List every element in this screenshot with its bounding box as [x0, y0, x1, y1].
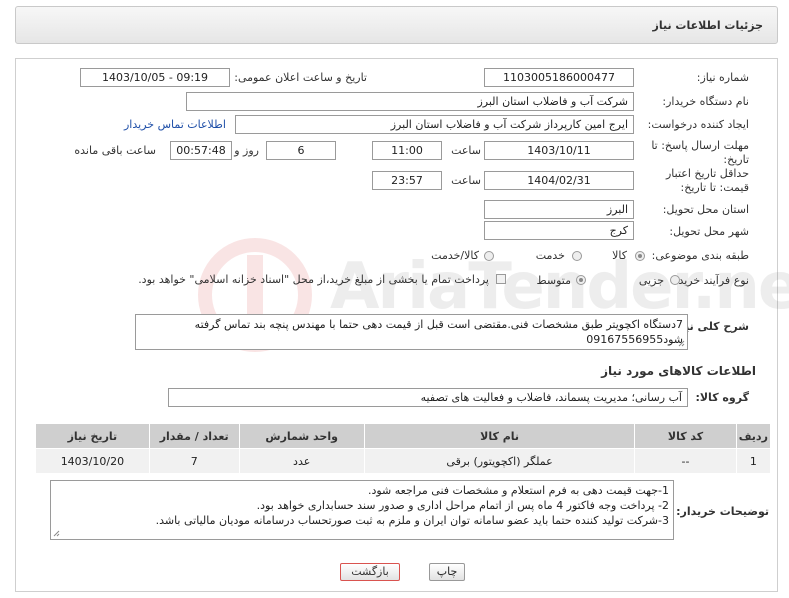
col-header-row: ردیف: [735, 423, 772, 449]
cell-unit: عدد: [238, 448, 365, 474]
validity-label: حداقل تاریخ اعتبار قیمت: تا تاریخ:: [665, 167, 749, 194]
col-header-date: تاریخ نیاز: [35, 423, 150, 449]
deadline-label: مهلت ارسال پاسخ: تا تاریخ:: [651, 139, 749, 166]
payment-note: پرداخت تمام یا بخشی از مبلغ خرید،از محل …: [138, 273, 489, 286]
remaining-time-field[interactable]: 00:57:48: [170, 141, 232, 160]
category-label: طبقه بندی موضوعی:: [651, 249, 749, 262]
summary-box[interactable]: 7دستگاه اکچویتر طبق مشخصات فنی.مقتضی است…: [135, 314, 688, 350]
buyer-notes-box[interactable]: 1-جهت قیمت دهی به فرم استعلام و مشخصات ف…: [50, 480, 674, 540]
deadline-date-field[interactable]: 1403/10/11: [484, 141, 634, 160]
days-field[interactable]: 6: [266, 141, 336, 160]
announce-field[interactable]: 1403/10/05 - 09:19: [80, 68, 230, 87]
category-option-goods-service: کالا/خدمت: [431, 249, 479, 262]
buyer-field[interactable]: شرکت آب و فاضلاب استان البرز: [186, 92, 634, 111]
goods-table: ردیف کد کالا نام کالا واحد شمارش تعداد /…: [35, 423, 772, 474]
buyer-note-line-2: 2- پرداخت وجه فاکتور 4 ماه پس از اتمام م…: [256, 499, 669, 512]
treasury-payment-checkbox[interactable]: [496, 274, 506, 284]
cell-date: 1403/10/20: [35, 448, 150, 474]
process-option-minor: جزیی: [638, 274, 664, 287]
summary-text: 7دستگاه اکچویتر طبق مشخصات فنی.مقتضی است…: [194, 318, 683, 346]
contact-buyer-link[interactable]: اطلاعات تماس خریدار: [124, 118, 226, 131]
days-label: روز و: [234, 144, 259, 157]
deadline-time-label: ساعت: [451, 144, 481, 157]
table-row[interactable]: 1 -- عملگر (اکچویتور) برقی عدد 7 1403/10…: [35, 448, 772, 474]
cell-code: --: [634, 448, 737, 474]
col-header-name: نام کالا: [363, 423, 636, 449]
validity-time-label: ساعت: [451, 174, 481, 187]
buyer-label: نام دستگاه خریدار:: [662, 95, 749, 108]
col-header-qty: تعداد / مقدار: [148, 423, 240, 449]
buyer-notes-label: توضیحات خریدار:: [676, 505, 769, 518]
category-option-service: خدمت: [535, 249, 565, 262]
process-label: نوع فرآیند خرید :: [671, 274, 749, 287]
cell-row: 1: [735, 448, 772, 474]
buyer-note-line-3: 3-شرکت تولید کننده حتما باید عضو سامانه …: [155, 514, 669, 527]
category-option-goods: کالا: [612, 249, 627, 262]
goods-table-header: ردیف کد کالا نام کالا واحد شمارش تعداد /…: [35, 423, 772, 449]
category-radio-service[interactable]: [572, 251, 582, 261]
deadline-time-field[interactable]: 11:00: [372, 141, 442, 160]
city-field[interactable]: کرج: [484, 221, 634, 240]
resize-grip-icon[interactable]: [678, 340, 685, 347]
process-radio-medium[interactable]: [576, 275, 586, 285]
buyer-note-line-1: 1-جهت قیمت دهی به فرم استعلام و مشخصات ف…: [367, 484, 669, 497]
city-label: شهر محل تحویل:: [669, 225, 749, 238]
cell-name: عملگر (اکچویتور) برقی: [363, 448, 636, 474]
goods-section-title: اطلاعات کالاهای مورد نیاز: [601, 364, 756, 378]
page-title: جزئیات اطلاعات نیاز: [652, 19, 764, 32]
province-label: استان محل تحویل:: [662, 203, 749, 216]
validity-date-field[interactable]: 1404/02/31: [484, 171, 634, 190]
category-radio-goods[interactable]: [635, 251, 645, 261]
print-button[interactable]: چاپ: [429, 563, 465, 581]
cell-qty: 7: [148, 448, 240, 474]
col-header-unit: واحد شمارش: [238, 423, 365, 449]
process-radio-minor[interactable]: [670, 275, 680, 285]
col-header-code: کد کالا: [634, 423, 737, 449]
goods-group-label: گروه کالا:: [695, 391, 749, 404]
page-header: جزئیات اطلاعات نیاز: [15, 6, 778, 44]
province-field[interactable]: البرز: [484, 200, 634, 219]
remaining-label: ساعت باقی مانده: [74, 144, 156, 157]
category-radio-goods-service[interactable]: [484, 251, 494, 261]
creator-field[interactable]: ایرج امین کارپرداز شرکت آب و فاضلاب استا…: [235, 115, 634, 134]
resize-grip-icon[interactable]: [53, 530, 60, 537]
announce-label: تاریخ و ساعت اعلان عمومی:: [234, 71, 367, 84]
need-number-field[interactable]: 1103005186000477: [484, 68, 634, 87]
back-button[interactable]: بازگشت: [340, 563, 400, 581]
need-number-label: شماره نیاز:: [696, 71, 749, 84]
validity-time-field[interactable]: 23:57: [372, 171, 442, 190]
process-option-medium: متوسط: [536, 274, 571, 287]
creator-label: ایجاد کننده درخواست:: [647, 118, 749, 131]
goods-group-field[interactable]: آب رسانی؛ مدیریت پسماند، فاضلاب و فعالیت…: [168, 388, 688, 407]
